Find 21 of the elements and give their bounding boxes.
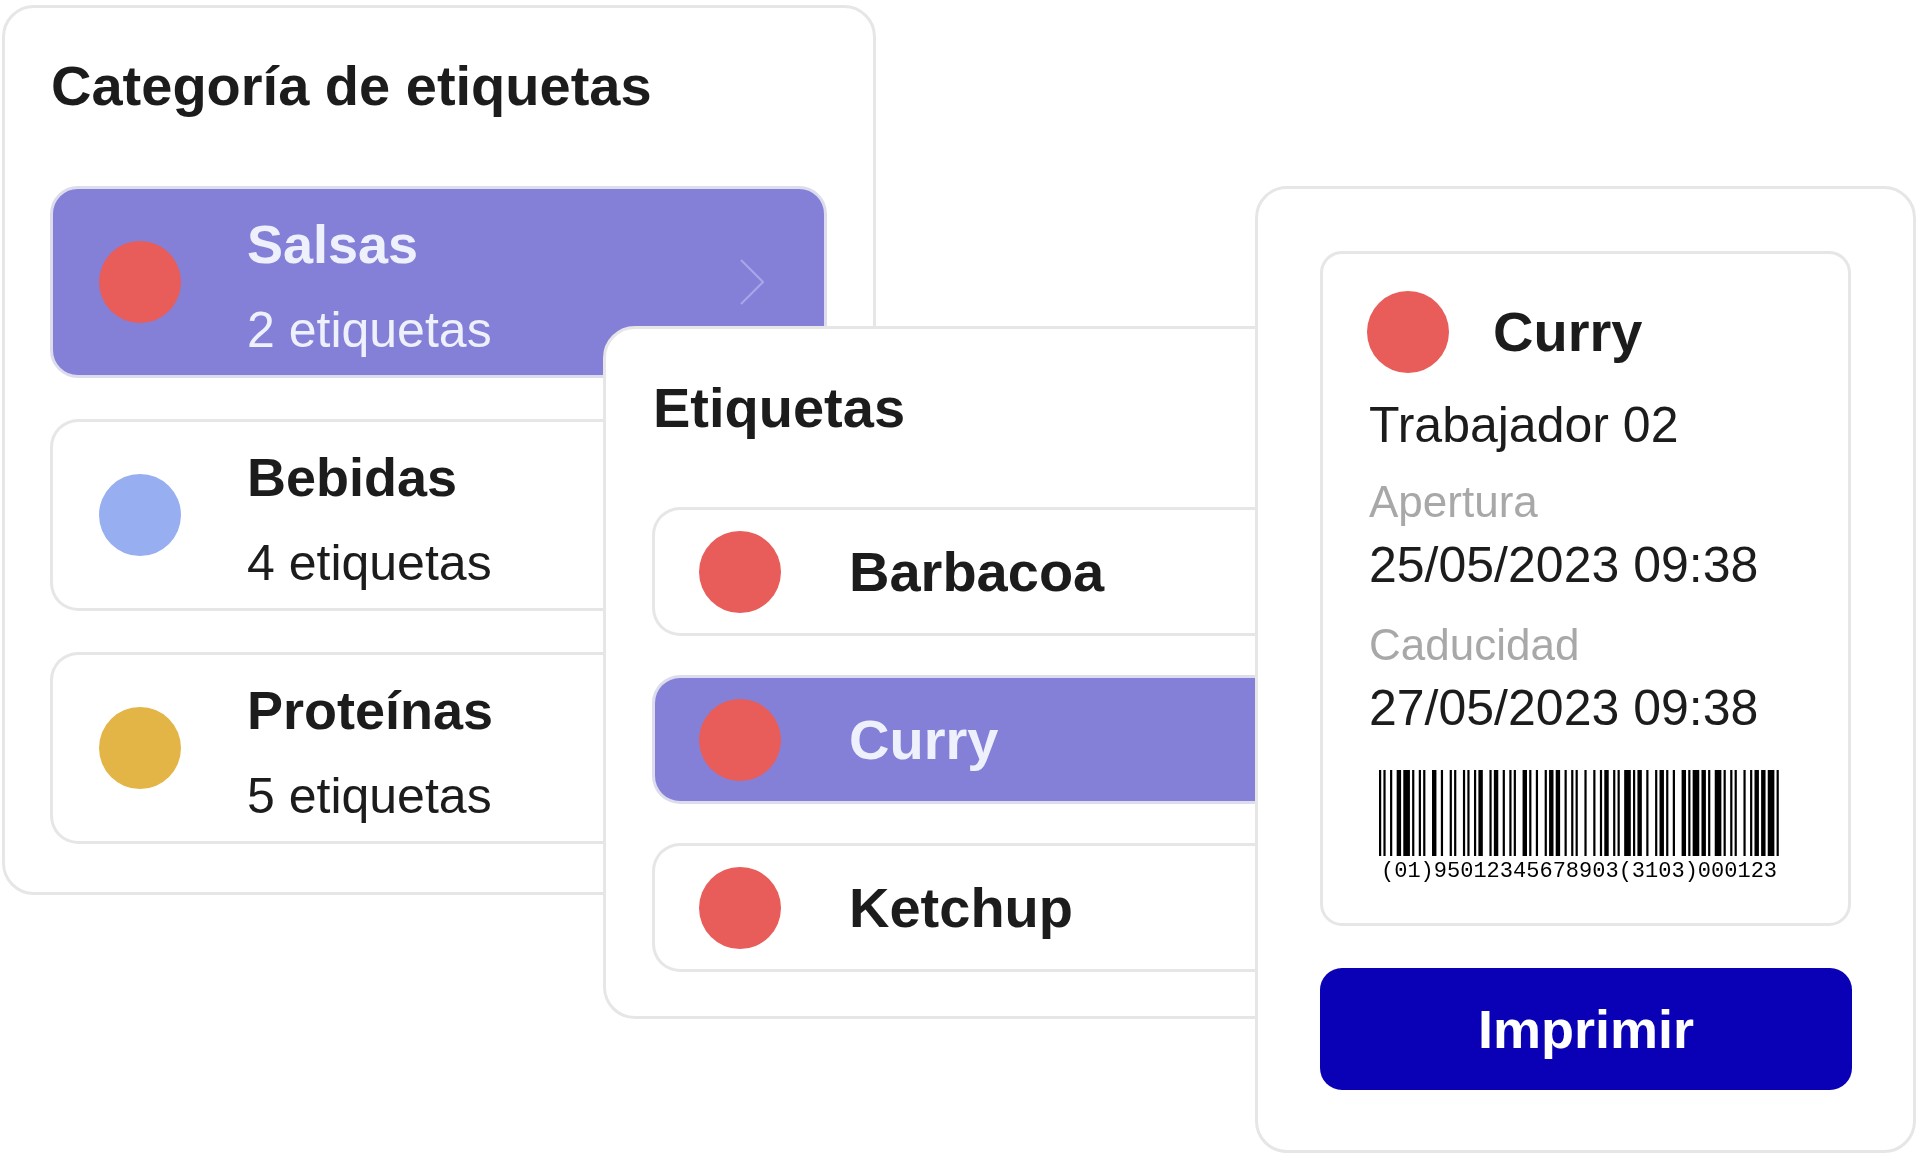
label-item[interactable]: Ketchup [652,843,1255,972]
label-item[interactable]: Barbacoa [652,507,1255,636]
category-name: Proteínas [247,679,494,741]
field-value: 27/05/2023 09:38 [1369,679,1759,737]
category-count: 2 etiquetas [247,301,492,359]
panel-title: Categoría de etiquetas [50,54,652,118]
worker-name: Trabajador 02 [1369,396,1679,454]
category-name: Salsas [247,213,419,275]
field-label: Caducidad [1369,619,1580,671]
category-name: Bebidas [247,446,458,508]
label-name: Curry [1493,300,1643,364]
chevron-right-icon [740,259,764,305]
barcode-number: (01)95012345678903(3103)000123 [1381,860,1778,884]
category-item[interactable]: Bebidas 4 etiquetas [50,419,603,611]
print-button[interactable]: Imprimir [1320,968,1852,1090]
field-label: Apertura [1369,476,1538,528]
category-item[interactable]: Proteínas 5 etiquetas [50,652,603,844]
panel-title: Etiquetas [652,376,906,440]
category-count: 5 etiquetas [247,767,492,825]
field-value: 25/05/2023 09:38 [1369,536,1759,594]
category-count: 4 etiquetas [247,534,492,592]
